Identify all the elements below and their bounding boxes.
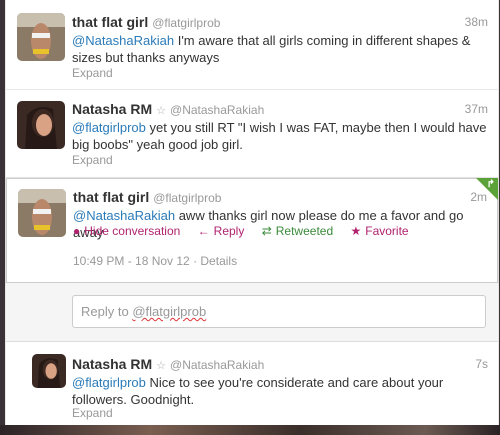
background-photo-strip [0,425,500,435]
retweeted-label: Retweeted [275,224,334,238]
hide-conversation-button[interactable]: ● Hide conversation [73,224,180,238]
timestamp[interactable]: 7s [475,357,488,371]
tweet-actions: ● Hide conversation ← Reply ⇄ Retweeted ★ Fa… [73,224,423,238]
reply-button[interactable]: ← Reply [198,224,245,238]
tweet-text: @flatgirlprob Nice to see you're conside… [72,374,488,408]
reply-icon: ← [197,224,210,238]
hide-conversation-label: Hide conversation [84,224,181,238]
retweet-corner-icon: ↱ [486,179,495,190]
avatar[interactable] [17,13,65,61]
timestamp[interactable]: 2m [470,190,487,204]
star-icon: ☆ [156,105,167,117]
timestamp[interactable]: 37m [465,102,488,116]
reply-prefix: Reply to [81,304,133,319]
tweet-item-expanded[interactable]: ↱ that flat girl @flatgirlprob 2m @Natash… [6,178,498,283]
fullname[interactable]: Natasha RM [72,101,152,117]
expand-link[interactable]: Expand [72,406,113,420]
expand-link[interactable]: Expand [72,153,113,167]
favorite-button[interactable]: ★ Favorite [350,224,408,238]
avatar[interactable] [32,354,66,388]
mention-link[interactable]: @NatashaRakiah [73,208,175,223]
tweet-item[interactable]: Natasha RM ☆ @NatashaRakiah 37m @flatgirlp… [6,90,498,178]
reply-label: Reply [213,224,245,238]
tweet-header: Natasha RM ☆ @NatashaRakiah [72,356,264,372]
favorite-label: Favorite [365,224,409,238]
expand-link[interactable]: Expand [72,66,113,80]
retweeted-button[interactable]: ⇄ Retweeted [262,224,333,238]
tweet-text: @NatashaRakiah I'm aware that all girls … [72,32,488,66]
username[interactable]: @flatgirlprob [152,16,220,30]
tweet-item[interactable]: Natasha RM ☆ @NatashaRakiah 7s @flatgirlpr… [6,342,498,425]
fullname[interactable]: that flat girl [72,14,148,30]
avatar[interactable] [17,101,65,149]
fullname[interactable]: Natasha RM [72,356,152,372]
tweet-header: that flat girl @flatgirlprob [72,14,220,30]
mention-link[interactable]: @flatgirlprob [72,375,146,390]
fullname[interactable]: that flat girl [73,189,149,205]
avatar[interactable] [18,189,66,237]
mention-link[interactable]: @flatgirlprob [72,120,146,135]
mention-link[interactable]: @NatashaRakiah [72,33,174,48]
tweet-header: Natasha RM ☆ @NatashaRakiah [72,101,264,117]
tweet-text: @flatgirlprob yet you still RT "I wish I… [72,119,488,153]
timestamp[interactable]: 38m [465,15,488,29]
reply-input[interactable]: Reply to @flatgirlprob [72,295,486,328]
star-icon: ☆ [156,360,167,372]
username[interactable]: @NatashaRakiah [170,103,264,117]
username[interactable]: @flatgirlprob [153,191,221,205]
tweet-item[interactable]: that flat girl @flatgirlprob 38m @Natasha… [6,0,498,90]
reply-area: Reply to @flatgirlprob [6,283,498,342]
tweet-header: that flat girl @flatgirlprob [73,189,221,205]
tweet-details[interactable]: 10:49 PM - 18 Nov 12 · Details [73,254,237,268]
username[interactable]: @NatashaRakiah [170,358,264,372]
star-icon: ★ [350,224,362,238]
speech-bubble-icon: ● [73,224,81,238]
tweet-stream: that flat girl @flatgirlprob 38m @Natasha… [5,0,499,425]
reply-handle: @flatgirlprob [132,304,207,319]
retweet-icon: ⇄ [261,224,272,238]
